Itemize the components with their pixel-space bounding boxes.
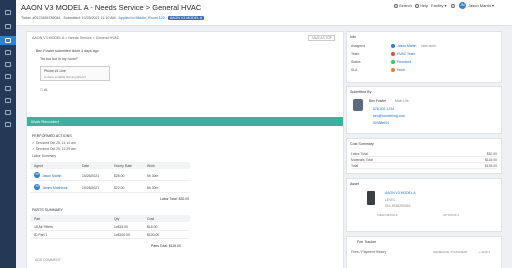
agent-link[interactable]: James Matthews <box>42 186 67 190</box>
phone-field-title: Phone #1 Line <box>44 69 66 73</box>
labor-summary-title: Labor Summary <box>32 154 57 158</box>
table-row: JM Jason Martin 10/25/2021 $25.00 5h 30m <box>30 170 190 181</box>
avatar: JM <box>34 184 40 190</box>
ticket-id: #0123456789044 <box>32 16 61 20</box>
options-button[interactable]: OPTIONS ▾ <box>443 213 459 217</box>
asset-link[interactable]: AAON V3 MODEL A <box>385 191 416 195</box>
submitted-by-card: Submitted By Ben Fowler Main Life 678-40… <box>346 86 502 134</box>
action-item: ✓ Serviced Oct 25, 11:14 am <box>32 141 76 145</box>
info-key: SLA <box>351 68 358 72</box>
cost-summary-card: Cost Summary Labor Total $30.00 Materials… <box>346 138 502 174</box>
sla-value[interactable]: None <box>397 68 405 72</box>
phone-field-sub: Is there a stable link anywhere? <box>44 75 87 79</box>
submitter-photo <box>353 99 363 111</box>
search-icon <box>394 3 398 8</box>
team-icon <box>391 52 395 56</box>
cost-summary-title: Cost Summary <box>350 142 374 146</box>
submission-message: Ben Fowler submitted ticket 4 days ago <box>36 49 99 53</box>
user-avatar[interactable]: JM <box>459 2 466 9</box>
bell-icon[interactable] <box>451 3 456 8</box>
avatar <box>391 44 395 48</box>
asset-badge[interactable]: AAON V3 MODEL A <box>167 16 205 20</box>
sidebar-item-assets-icon[interactable] <box>5 50 11 55</box>
parts-table-header: Part Qty Cost <box>30 215 190 222</box>
submitter-role: Main Life <box>395 99 409 103</box>
info-key: Status <box>351 60 361 64</box>
parts-total: Parts Total: $115.00 <box>151 244 181 248</box>
sidebar-item-people-icon[interactable] <box>5 98 11 103</box>
add-fee-button[interactable]: + ADD ▾ <box>479 250 490 254</box>
sla-icon <box>391 68 395 72</box>
submitter-name: Ben Fowler <box>369 99 387 103</box>
performed-actions-title: PERFORMED ACTIONS <box>32 134 72 138</box>
submitter-ext[interactable]: 00088ef04 <box>373 121 389 125</box>
phone-field-box: Phone #1 Line Is there a stable link any… <box>40 66 110 81</box>
info-key: Assigned <box>351 44 365 48</box>
sidebar-item-tickets-icon[interactable] <box>0 36 16 45</box>
sidebar-item-settings-icon[interactable] <box>5 86 11 91</box>
parts-summary-title: PARTS SUMMARY <box>32 208 63 212</box>
asset-serial: SN: 4938290492 <box>385 204 411 208</box>
user-menu[interactable]: Jason Martin ▾ <box>468 3 494 8</box>
ticket-main-panel: AAON V3 MODEL A > Needs Service > Genera… <box>26 31 344 268</box>
action-item: ✓ Serviced Oct 25, 11:29 am <box>32 147 76 151</box>
location-link[interactable]: Applied to Middle, Room 102 <box>119 16 165 20</box>
work-recorded-bar[interactable]: Work Recorded <box>27 117 343 126</box>
ticket-label: Ticket: <box>21 16 33 20</box>
generate-statement-button[interactable]: GENERATE STATEMENT <box>433 250 468 254</box>
help-button[interactable]: Help <box>415 3 428 8</box>
table-row: JM James Matthews 10/25/2021 $22.00 5h 3… <box>30 182 190 193</box>
info-card: Info Assigned Jason Martin view work Tea… <box>346 31 502 83</box>
fee-history-label: Fees / Payment History <box>351 250 387 254</box>
submitted-value: 10/25/2021 11:10 AM <box>81 16 116 20</box>
top-bar: AAON V3 MODEL A - Needs Service > Genera… <box>16 0 512 26</box>
submitter-phone[interactable]: 678-402-1234 <box>373 107 394 111</box>
info-key: Team <box>351 52 360 56</box>
fee-tracker-title: Fee Tracker <box>357 240 377 244</box>
view-work-link[interactable]: view work <box>421 44 436 48</box>
ticket-meta: Ticket: #0123456789044 Submitted: 10/25/… <box>21 16 205 20</box>
search-button[interactable]: Search <box>394 3 412 8</box>
sidebar-item-integrations-icon[interactable] <box>5 122 11 127</box>
submitter-email[interactable]: ben@something.com <box>373 114 405 118</box>
assigned-link[interactable]: Jason Martin <box>397 44 416 48</box>
sidebar-item-reports-icon[interactable] <box>5 74 11 79</box>
cost-row: Total $135.00 <box>351 164 497 169</box>
fee-tracker-card: Fee Tracker Fees / Payment History GENER… <box>346 236 502 268</box>
save-as-top-button[interactable]: SAVE AS TOP <box>308 35 335 41</box>
agent-link[interactable]: Jason Martin <box>42 174 61 178</box>
sidebar <box>0 0 16 268</box>
asset-level: LEVEL <box>385 198 396 202</box>
info-title: Info <box>350 35 356 39</box>
table-row: 10 Air Filters 1x$15.00 $15.00 <box>30 223 190 231</box>
labor-total: Labor Total: $30.00 <box>160 197 189 201</box>
status-icon <box>391 60 395 64</box>
add-comment-button[interactable]: ADD COMMENT <box>35 258 61 262</box>
page-title: AAON V3 MODEL A - Needs Service > Genera… <box>21 3 202 12</box>
team-link[interactable]: HVAC Team <box>397 52 415 56</box>
submitted-label: Submitted: <box>63 16 82 20</box>
view-details-button[interactable]: VIEW DETAILS <box>377 213 398 217</box>
asset-title: Asset <box>350 182 359 186</box>
sidebar-item-calendar-icon[interactable] <box>5 62 11 67</box>
breadcrumb: AAON V3 MODEL A > Needs Service > Genera… <box>32 36 120 40</box>
status-badge[interactable]: Resolved <box>397 60 411 64</box>
asset-card: Asset AAON V3 MODEL A LEVEL SN: 49382904… <box>346 178 502 232</box>
submitted-by-title: Submitted By <box>350 90 372 94</box>
sidebar-item-dashboard-icon[interactable] <box>5 10 11 15</box>
labor-table-header: Agent Date Hourly Rate Work <box>30 162 190 169</box>
table-row: ID Part 1 1x$100.00 $100.00 <box>30 231 190 239</box>
facility-menu[interactable]: Facility ▾ <box>431 3 447 8</box>
sidebar-item-inventory-icon[interactable] <box>5 110 11 115</box>
attachment-line[interactable]: ☐ #1 <box>40 88 48 92</box>
sidebar-item-inbox-icon[interactable] <box>5 24 11 29</box>
avatar: JM <box>34 172 40 178</box>
submission-quote: "Its too hot in my room!" <box>40 57 79 61</box>
asset-image <box>367 191 375 205</box>
help-icon <box>415 3 419 8</box>
